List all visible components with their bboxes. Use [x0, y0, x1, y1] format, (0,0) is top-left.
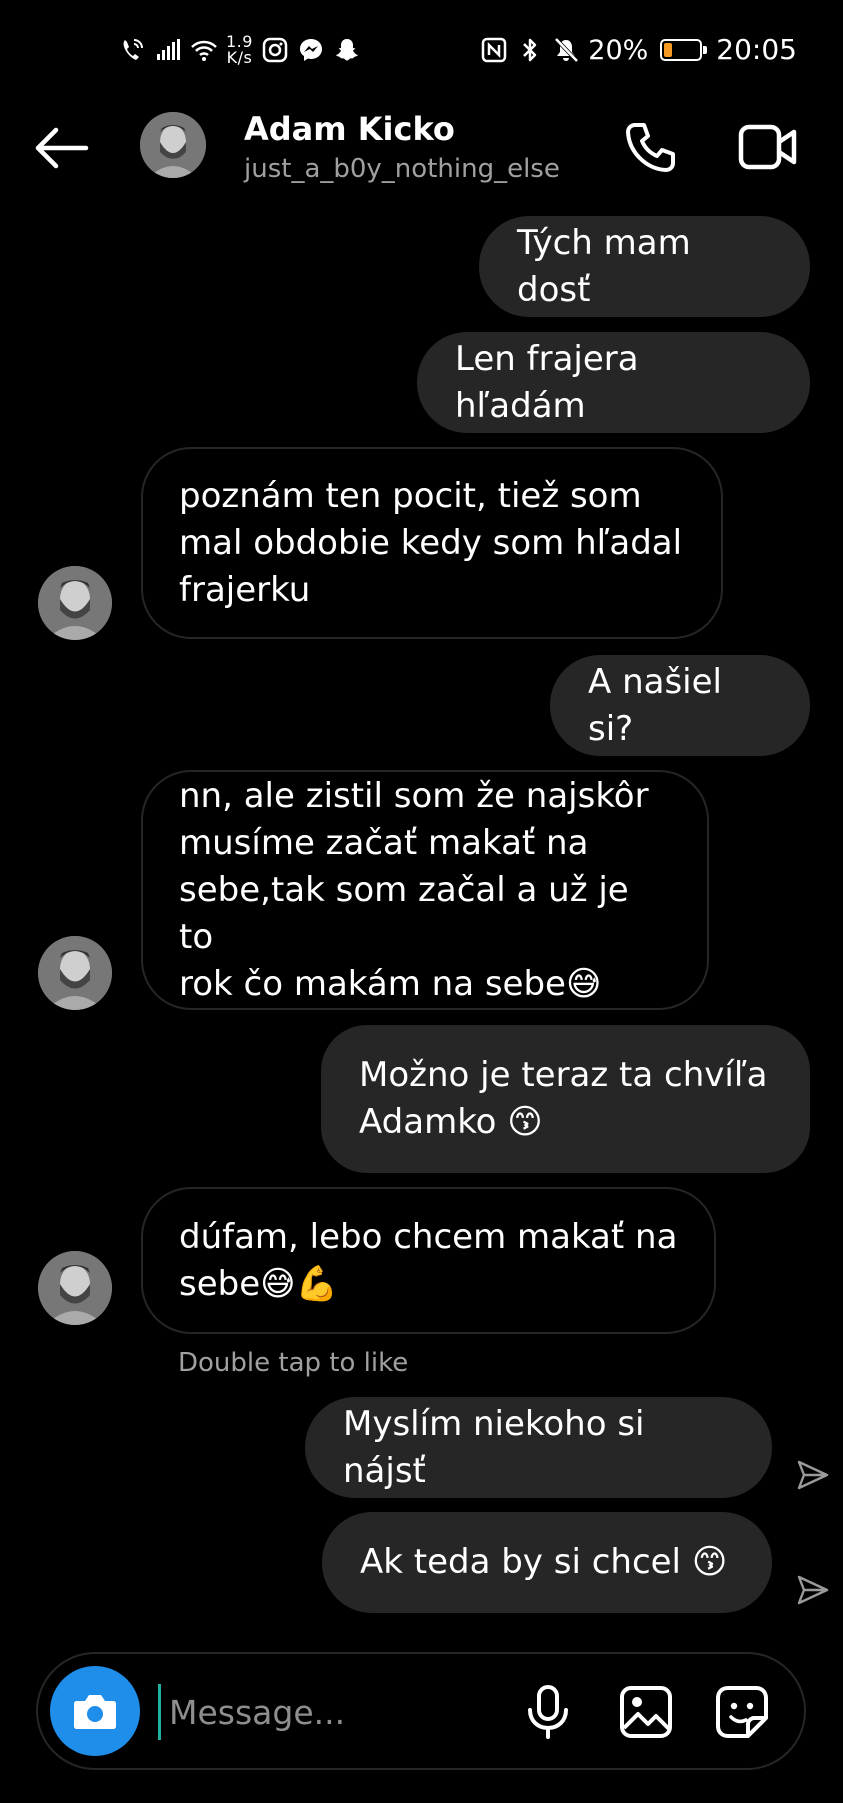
- messenger-icon: [297, 36, 325, 64]
- voice-call-button[interactable]: [622, 120, 678, 176]
- message-text: Tých mam dosť: [517, 222, 691, 310]
- message-line: poznám ten pocit, tiež som: [179, 475, 642, 516]
- gallery-button[interactable]: [618, 1684, 674, 1740]
- camera-button[interactable]: [50, 1666, 140, 1756]
- message-line: sebe😅💪: [179, 1263, 338, 1304]
- voice-message-button[interactable]: [524, 1684, 572, 1740]
- message-bubble-outgoing[interactable]: Tých mam dosť: [479, 216, 810, 317]
- message-bubble-outgoing[interactable]: A našiel si?: [550, 655, 810, 756]
- message-bubble-outgoing[interactable]: Ak teda by si chcel 😙: [322, 1512, 772, 1613]
- chat-header: Adam Kicko just_a_b0y_nothing_else: [0, 100, 843, 192]
- sender-avatar[interactable]: [38, 936, 112, 1010]
- wifi-calling-icon: [118, 36, 146, 64]
- message-composer: [36, 1652, 806, 1770]
- message-text: A našiel si?: [588, 661, 722, 749]
- message-input[interactable]: [158, 1684, 468, 1740]
- message-line: musíme začať makať na: [179, 822, 589, 863]
- message-line: frajerku: [179, 569, 311, 610]
- message-line: sebe,tak som začal a už je to: [179, 869, 629, 957]
- message-line: dúfam, lebo chcem makať na: [179, 1216, 678, 1257]
- message-text: Myslím niekoho si nájsť: [343, 1403, 645, 1491]
- muted-bell-icon: [552, 36, 580, 64]
- gallery-icon: [620, 1686, 672, 1738]
- network-speed: 1.9 K/s: [226, 34, 253, 66]
- message-text: Len frajera hľadám: [455, 338, 639, 426]
- contact-name[interactable]: Adam Kicko: [244, 110, 455, 148]
- status-bar-left: 1.9 K/s: [118, 28, 361, 72]
- message-bubble-outgoing[interactable]: Možno je teraz ta chvíľa Adamko 😙: [321, 1025, 810, 1173]
- message-text: Ak teda by si chcel 😙: [360, 1542, 728, 1582]
- status-clock: 20:05: [716, 33, 797, 66]
- message-line: rok čo makám na sebe😅: [179, 963, 602, 1004]
- battery-level-fill: [664, 43, 672, 57]
- camera-icon: [74, 1695, 116, 1729]
- status-bar: 1.9 K/s 20% 20:05: [0, 28, 843, 72]
- contact-username[interactable]: just_a_b0y_nothing_else: [244, 154, 560, 185]
- message-bubble-outgoing[interactable]: Len frajera hľadám: [417, 332, 810, 433]
- video-call-button[interactable]: [738, 122, 798, 172]
- network-speed-unit: K/s: [226, 48, 253, 67]
- battery-percent: 20%: [588, 34, 649, 66]
- message-bubble-incoming[interactable]: dúfam, lebo chcem makať na sebe😅💪: [141, 1187, 716, 1334]
- signal-icon: [154, 36, 182, 64]
- message-bubble-incoming[interactable]: nn, ale zistil som že najskôr musíme zač…: [141, 770, 709, 1010]
- wifi-icon: [190, 36, 218, 64]
- sender-avatar[interactable]: [38, 566, 112, 640]
- instagram-icon: [261, 36, 289, 64]
- message-line: Možno je teraz ta chvíľa: [359, 1055, 768, 1095]
- message-line: mal obdobie kedy som hľadal: [179, 522, 683, 563]
- video-camera-icon: [738, 124, 797, 170]
- message-line: nn, ale zistil som že najskôr: [179, 775, 649, 816]
- send-arrow-icon: [797, 1575, 829, 1605]
- contact-avatar[interactable]: [140, 112, 206, 178]
- send-arrow-icon: [797, 1460, 829, 1490]
- sticker-icon: [716, 1686, 768, 1738]
- sticker-button[interactable]: [714, 1684, 770, 1740]
- microphone-icon: [528, 1685, 568, 1739]
- back-button[interactable]: [34, 124, 90, 172]
- nfc-icon: [480, 36, 508, 64]
- message-line: Adamko 😙: [359, 1102, 543, 1142]
- double-tap-hint: Double tap to like: [178, 1348, 409, 1378]
- sender-avatar[interactable]: [38, 1251, 112, 1325]
- snapchat-icon: [333, 36, 361, 64]
- status-bar-right: 20% 20:05: [480, 28, 797, 72]
- message-bubble-incoming[interactable]: poznám ten pocit, tiež som mal obdobie k…: [141, 447, 723, 639]
- battery-icon: [660, 39, 708, 61]
- message-bubble-outgoing[interactable]: Myslím niekoho si nájsť: [305, 1397, 772, 1498]
- back-arrow-icon: [35, 127, 89, 169]
- bluetooth-icon: [516, 36, 544, 64]
- phone-icon: [626, 123, 675, 172]
